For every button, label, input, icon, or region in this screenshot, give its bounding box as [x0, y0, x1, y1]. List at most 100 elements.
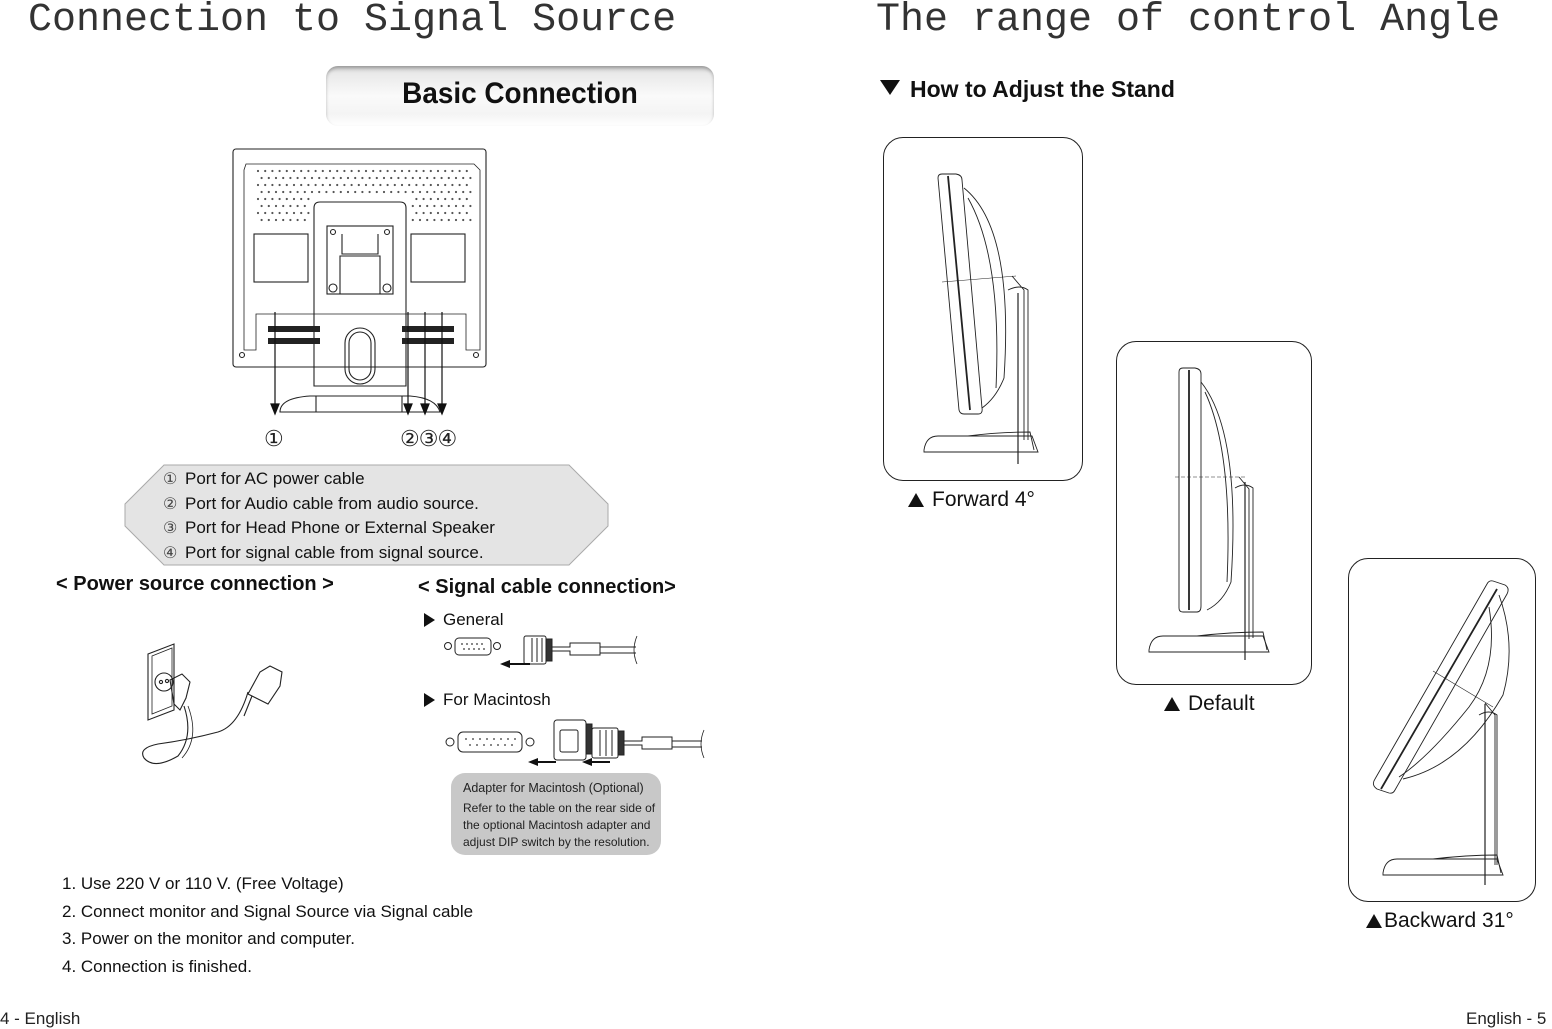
vent-hole [361, 176, 364, 180]
vent-hole [444, 211, 447, 215]
port-number: ② [163, 495, 178, 513]
vent-hole [433, 176, 436, 180]
vent-hole [440, 190, 443, 194]
vent-hole [321, 183, 324, 187]
vent-hole [418, 218, 422, 222]
vent-hole [260, 190, 263, 194]
vent-hole [382, 176, 386, 180]
vent-hole [303, 218, 306, 222]
vent-hole [393, 183, 396, 187]
vent-hole [444, 197, 447, 201]
vent-hole [274, 176, 278, 180]
vent-hole [426, 190, 429, 194]
vent-hole [422, 211, 425, 215]
vent-hole [462, 218, 465, 222]
vent-hole [282, 176, 285, 180]
vent-hole [447, 190, 450, 194]
vent-hole [415, 169, 418, 173]
vent-hole [328, 169, 332, 173]
vent-hole [274, 218, 278, 222]
vent-hole [307, 197, 310, 201]
vent-hole [264, 197, 267, 201]
vent-hole [426, 176, 429, 180]
vent-hole [357, 183, 360, 187]
vent-hole [433, 190, 436, 194]
vent-hole [271, 197, 274, 201]
vent-hole [303, 176, 306, 180]
vent-hole [469, 204, 472, 208]
vent-hole [422, 169, 425, 173]
vent-hole [271, 169, 274, 173]
vent-hole [328, 183, 332, 187]
monitor-side-backward [1372, 580, 1510, 885]
connection-steps: 1. Use 220 V or 110 V. (Free Voltage) 2.… [62, 870, 473, 980]
vent-hole [282, 218, 285, 222]
adapter-note-title: Adapter for Macintosh (Optional) [463, 781, 644, 795]
vent-hole [429, 197, 432, 201]
vent-hole [307, 211, 310, 215]
stand-base [279, 395, 441, 413]
step-item: 3. Power on the monitor and computer. [62, 929, 355, 948]
forward-caption: Forward 4° [908, 488, 1035, 512]
insert-arrow-icon [528, 758, 556, 766]
basic-connection-banner: Basic Connection [326, 66, 714, 126]
step-item: 1. Use 220 V or 110 V. (Free Voltage) [62, 874, 344, 893]
vent-hole [300, 197, 303, 201]
vent-hole [386, 169, 389, 173]
vent-hole [429, 169, 432, 173]
vent-hole [292, 211, 296, 215]
vent-hole [429, 183, 432, 187]
vent-hole [451, 197, 454, 201]
vent-hole [285, 183, 288, 187]
vent-hole [458, 183, 461, 187]
left-page-number: 4 - English [0, 1009, 81, 1028]
connector-head [247, 665, 283, 705]
vent-hole [454, 218, 458, 222]
macintosh-adapter-illustration [445, 719, 705, 766]
port-description: Port for AC power cable [185, 469, 365, 488]
vent-hole [271, 183, 274, 187]
vent-hole [289, 190, 292, 194]
vent-hole [447, 204, 450, 208]
vent-hole [325, 176, 328, 180]
vent-hole [440, 176, 443, 180]
port-legend-item: ① Port for AC power cable [163, 467, 495, 492]
vent-hole [447, 218, 450, 222]
vent-hole [458, 211, 461, 215]
vent-hole [357, 169, 360, 173]
vent-hole [469, 176, 472, 180]
vent-hole [267, 218, 270, 222]
vent-hole [426, 204, 429, 208]
vent-hole [454, 190, 458, 194]
vent-hole [325, 190, 328, 194]
vent-hole [303, 190, 306, 194]
vent-hole [271, 211, 274, 215]
port-legend-item: ② Port for Audio cable from audio source. [163, 492, 495, 517]
vent-hole [296, 204, 299, 208]
vent-hole [310, 176, 314, 180]
port-legend-list: ① Port for AC power cable ② Port for Audio… [163, 467, 495, 565]
vent-hole [346, 190, 350, 194]
monitor-rear-diagram [232, 148, 487, 416]
step-item: 2. Connect monitor and Signal Source via… [62, 901, 474, 921]
triangle-up-icon [1164, 697, 1180, 711]
vent-hole [289, 204, 292, 208]
vent-hole [433, 204, 436, 208]
vent-hole [267, 190, 270, 194]
basic-connection-label: Basic Connection [402, 77, 638, 110]
arrow-right-icon [424, 613, 435, 627]
vent-hole [274, 204, 278, 208]
triangle-down-icon [880, 80, 900, 95]
vent-hole [350, 169, 353, 173]
vent-hole [465, 211, 468, 215]
vent-hole [260, 218, 263, 222]
port-description: Port for Head Phone or External Speaker [185, 518, 495, 537]
default-label: Default [1188, 692, 1255, 715]
vent-hole [375, 190, 378, 194]
vent-hole [379, 169, 382, 173]
vent-hole [256, 211, 260, 215]
vent-hole [372, 169, 375, 173]
vent-hole [440, 218, 443, 222]
vent-hole [465, 197, 468, 201]
vent-hole [436, 197, 440, 201]
